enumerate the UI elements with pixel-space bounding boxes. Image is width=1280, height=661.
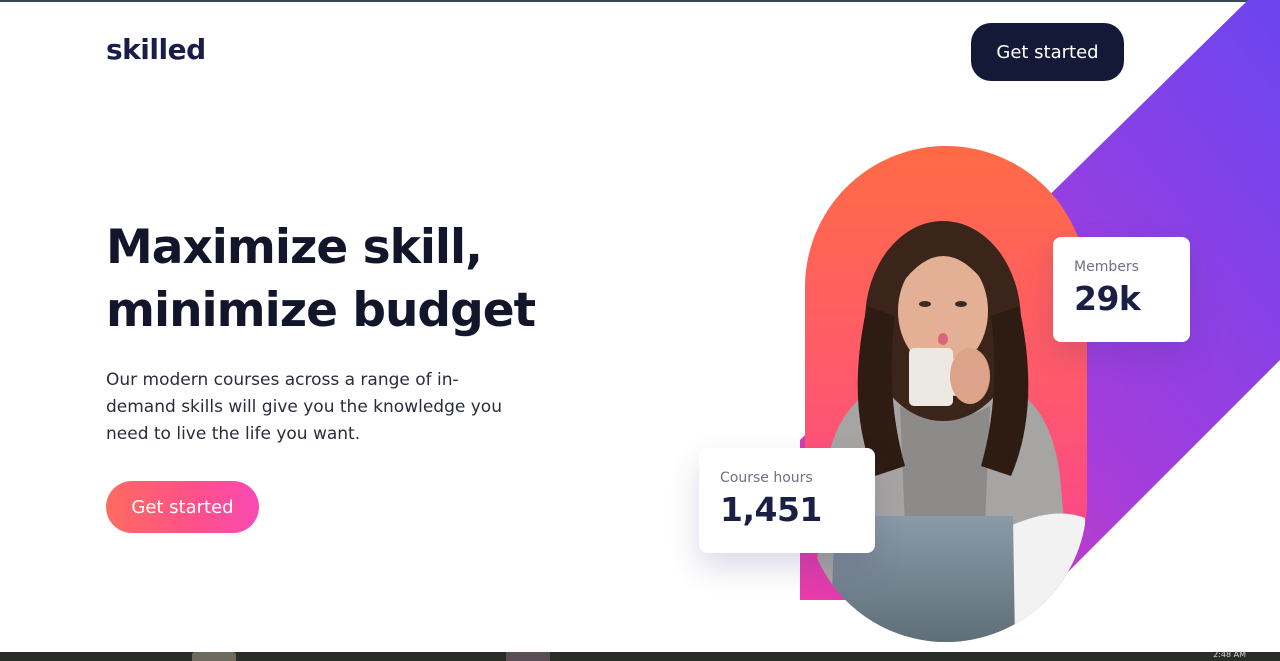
- course-hours-value: 1,451: [720, 490, 822, 529]
- header-get-started-button[interactable]: Get started: [971, 23, 1124, 81]
- os-taskbar: 2:48 AM: [0, 650, 1280, 661]
- course-hours-label: Course hours: [720, 470, 813, 486]
- taskbar-app-icon[interactable]: [192, 652, 236, 661]
- skilled-logo[interactable]: skilled: [106, 33, 206, 66]
- headline-line-1: Maximize skill,: [106, 220, 483, 275]
- hero-headline: Maximize skill, minimize budget: [106, 216, 576, 342]
- members-label: Members: [1074, 259, 1139, 275]
- members-stat-card: Members 29k: [1053, 237, 1190, 342]
- woman-with-mug-photo: [810, 221, 1087, 642]
- hero-image-frame: [805, 146, 1087, 642]
- hero-description: Our modern courses across a range of in-…: [106, 370, 502, 444]
- course-hours-stat-card: Course hours 1,451: [699, 448, 875, 553]
- landing-page: skilled Get started Maximize skill, mini…: [0, 0, 1280, 661]
- members-value: 29k: [1074, 279, 1141, 318]
- hero-get-started-button[interactable]: Get started: [106, 481, 259, 533]
- window-top-border: [0, 0, 1280, 2]
- taskbar-clock[interactable]: 2:48 AM: [1213, 650, 1246, 659]
- taskbar-app-icon[interactable]: [506, 652, 550, 661]
- headline-line-2: minimize budget: [106, 283, 536, 338]
